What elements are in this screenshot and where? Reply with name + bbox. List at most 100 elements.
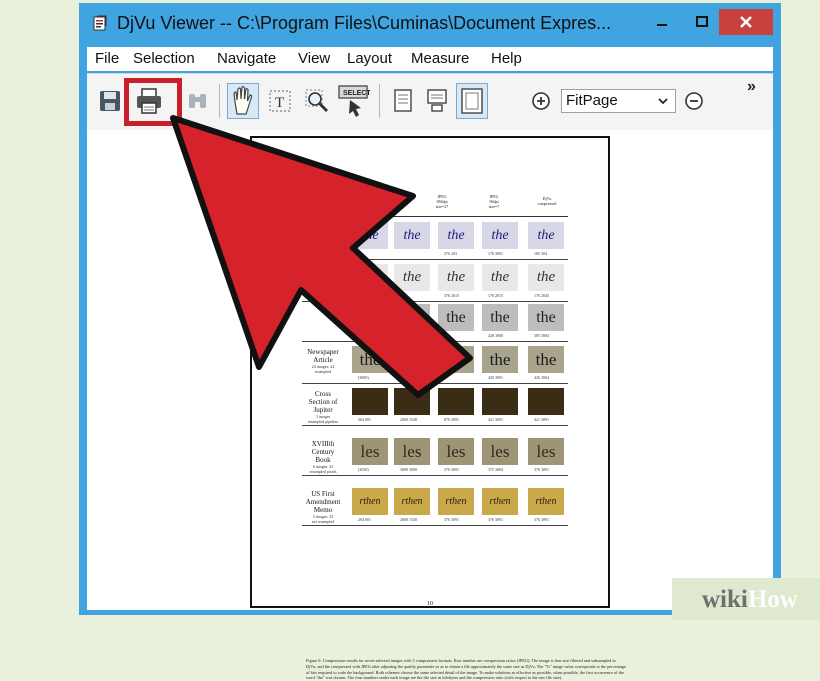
row-rule: [302, 525, 568, 526]
row-rule: [302, 341, 568, 342]
thumbnail-caption: 376 3091: [444, 467, 459, 472]
thumbnail-caption: 3000 3000: [400, 467, 417, 472]
thumbnail-caption: 421 3091: [488, 417, 503, 422]
image-thumbnail: [528, 388, 564, 415]
image-thumbnail: the: [528, 222, 564, 249]
toolbar-separator: [379, 84, 380, 118]
image-thumbnail: the: [482, 346, 518, 373]
zoom-in-icon[interactable]: [531, 91, 551, 111]
figure-caption: Figure 6: Compression results for seven …: [306, 658, 626, 681]
menu-selection[interactable]: Selection: [133, 50, 195, 67]
menu-view[interactable]: View: [298, 50, 330, 67]
image-thumbnail: les: [438, 438, 474, 465]
image-thumbnail: rthen: [482, 488, 518, 515]
image-thumbnail: [394, 388, 430, 415]
svg-text:SELECT: SELECT: [343, 90, 370, 97]
image-thumbnail: rthen: [438, 488, 474, 515]
menu-file[interactable]: File: [95, 50, 119, 67]
single-page-icon[interactable]: [390, 88, 416, 114]
image-thumbnail: the: [394, 346, 430, 373]
image-thumbnail: the: [528, 264, 564, 291]
thumbnail-caption: 376 203: [444, 251, 457, 256]
image-thumbnail: les: [394, 438, 430, 465]
image-thumbnail: the: [528, 304, 564, 331]
snapshot-tool-icon[interactable]: SELECT: [336, 84, 370, 118]
image-thumbnail: les: [528, 438, 564, 465]
print-highlight-box: [124, 78, 182, 126]
image-thumbnail: the: [394, 264, 430, 291]
menu-navigate[interactable]: Navigate: [217, 50, 276, 67]
menu-bar: File Selection Navigate View Layout Meas…: [87, 47, 773, 71]
image-thumbnail: les: [482, 438, 518, 465]
thumbnail-caption: 385 3004: [534, 333, 549, 338]
column-header: DjVu compressed: [537, 196, 557, 206]
page-number: 10: [427, 601, 433, 607]
hand-tool-button[interactable]: [227, 83, 259, 119]
toolbar-overflow-button[interactable]: »: [747, 78, 756, 96]
zoom-rectangle-icon[interactable]: [304, 88, 330, 114]
row-sublabel: 3 images resampled pipeline: [307, 414, 339, 424]
title-bar[interactable]: DjVu Viewer -- C:\Program Files\Cuminas\…: [79, 3, 781, 43]
image-thumbnail: rthen: [528, 488, 564, 515]
image-thumbnail: the: [352, 222, 388, 249]
thumbnail-caption: 376 3091: [488, 517, 503, 522]
image-thumbnail: the: [438, 304, 474, 331]
menu-layout[interactable]: Layout: [347, 50, 392, 67]
continuous-page-icon[interactable]: [424, 88, 450, 114]
thumbnail-caption: 426 3004: [534, 375, 549, 380]
thumbnail-caption: (3000): [358, 375, 369, 380]
minimize-icon: [657, 24, 667, 26]
djvu-app-icon: [93, 15, 107, 31]
minimize-button[interactable]: [645, 9, 679, 35]
image-thumbnail: the: [438, 264, 474, 291]
column-header: JPEG 96dpi size=7: [488, 194, 500, 209]
close-icon: [740, 16, 752, 28]
header-rule: [302, 216, 568, 217]
image-thumbnail: the: [528, 346, 564, 373]
thumbnail-caption: 376 3091: [444, 517, 459, 522]
thumbnail-caption: 375 3004: [488, 467, 503, 472]
image-thumbnail: [482, 388, 518, 415]
thumbnail-caption: 876 3091: [444, 417, 459, 422]
thumbnail-caption: 176 3091: [488, 251, 503, 256]
thumbnail-caption: 176 2045: [534, 293, 549, 298]
thumbnail-caption: 2000 1540: [400, 517, 417, 522]
document-view[interactable]: JPEG 384dpi size=27 JPEG 96dpi size=7 DjVu co…: [87, 130, 773, 680]
thumbnail-caption: 176 2015: [488, 293, 503, 298]
window-title: DjVu Viewer -- C:\Program Files\Cuminas\…: [117, 13, 612, 33]
text-select-icon[interactable]: T: [267, 88, 293, 114]
thumbnail-caption: 376 3091: [534, 467, 549, 472]
row-label: Newspaper Article 24 images: 24 resampled: [294, 348, 352, 374]
thumbnail-caption: (2030): [358, 467, 369, 472]
image-thumbnail: rthen: [394, 488, 430, 515]
image-thumbnail: the: [352, 264, 388, 291]
wikihow-watermark: wikiHow: [672, 578, 820, 620]
image-thumbnail: rthen: [352, 488, 388, 515]
svg-text:T: T: [275, 95, 284, 111]
toolbar: T SELECT FitPage »: [87, 73, 773, 131]
image-thumbnail: les: [352, 438, 388, 465]
image-thumbnail: the: [438, 346, 474, 373]
image-thumbnail: the: [352, 304, 388, 331]
thumbnail-caption: 420 3091: [488, 375, 503, 380]
menu-measure[interactable]: Measure: [411, 50, 469, 67]
save-icon[interactable]: [97, 88, 123, 114]
row-sublabel: 6 images: 43 resampled pixels: [309, 464, 337, 474]
thumbnail-caption: 376 2015: [444, 293, 459, 298]
maximize-button[interactable]: [685, 9, 719, 35]
row-sublabel: 24 images: 24 resampled: [311, 364, 335, 374]
zoom-select[interactable]: FitPage: [561, 89, 676, 113]
close-button[interactable]: [719, 9, 773, 35]
image-thumbnail: the: [482, 222, 518, 249]
menu-help[interactable]: Help: [491, 50, 522, 67]
zoom-out-icon[interactable]: [684, 91, 704, 111]
thumbnail-caption: 264 001: [358, 417, 371, 422]
binoculars-icon[interactable]: [185, 88, 211, 114]
image-thumbnail: [352, 388, 388, 415]
document-page: JPEG 384dpi size=27 JPEG 96dpi size=7 DjVu co…: [250, 136, 626, 680]
fit-page-icon: [461, 88, 483, 114]
image-thumbnail: [438, 388, 474, 415]
zoom-value: FitPage: [566, 92, 618, 109]
row-label: XVIIIth Century Book 6 images: 43 resampled …: [294, 440, 352, 474]
fit-page-button[interactable]: [456, 83, 488, 119]
